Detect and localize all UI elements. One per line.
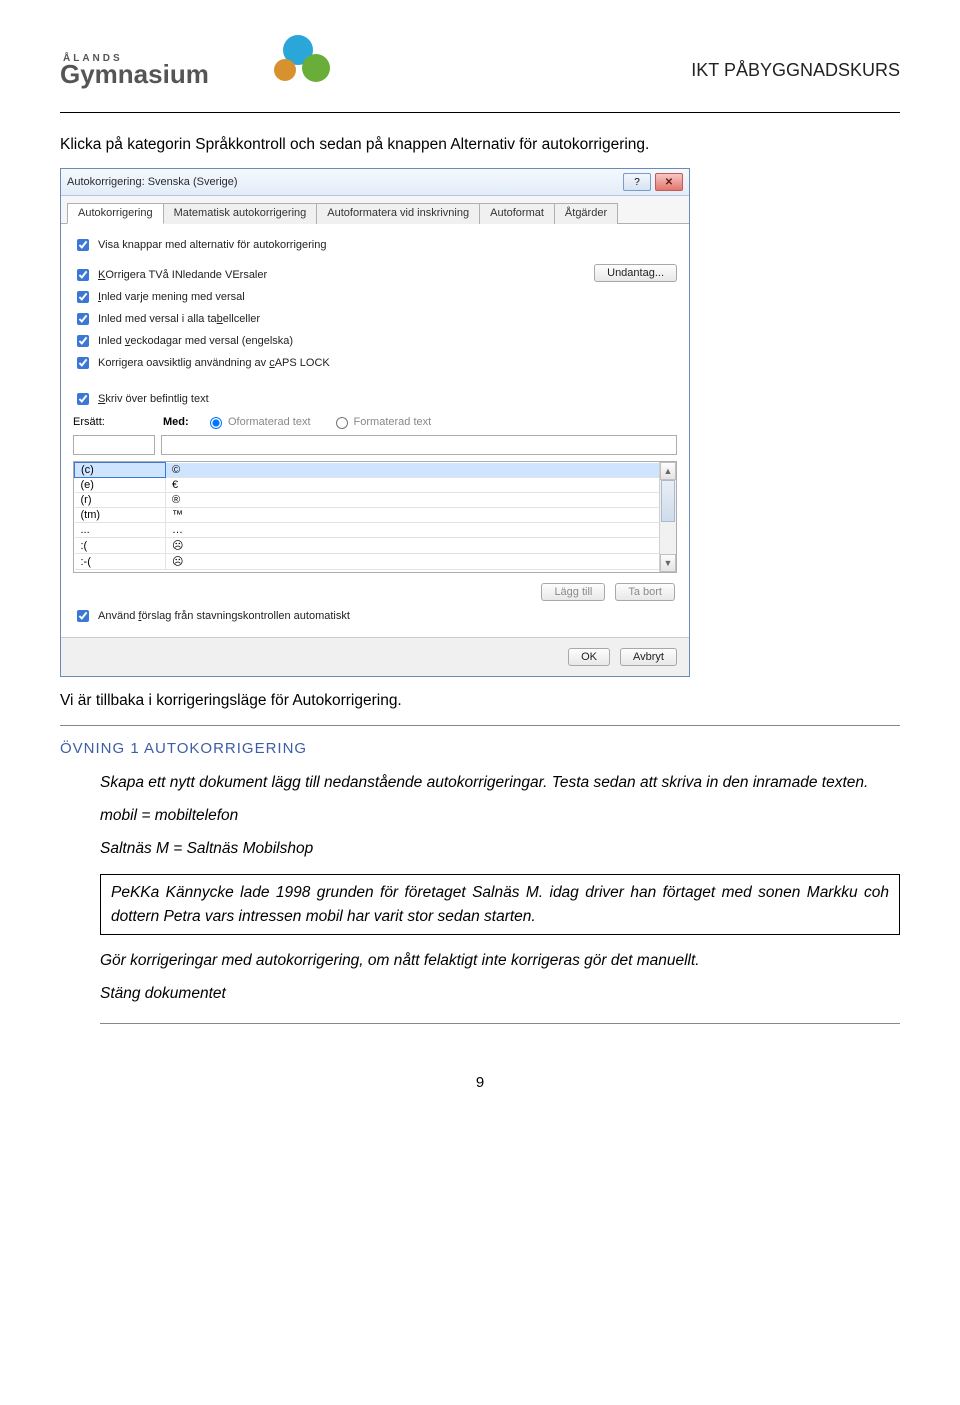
checkbox-capslock[interactable] [77, 357, 89, 369]
radio-oformaterad[interactable]: Oformaterad text [205, 414, 311, 429]
check-visa-knappar: Visa knappar med alternativ för autokorr… [73, 234, 677, 256]
exercise-p2: mobil = mobiltelefon [100, 804, 900, 827]
checkbox-skriv-over[interactable] [77, 393, 89, 405]
exercise-title: ÖVNING 1 AUTOKORRIGERING [60, 740, 900, 757]
dialog-tabs: Autokorrigering Matematisk autokorrigeri… [61, 196, 689, 224]
add-button[interactable]: Lägg till [541, 583, 605, 601]
check-tabellceller: Inled med versal i alla tabellceller [73, 308, 594, 330]
intro-text: Klicka på kategorin Språkkontroll och se… [60, 133, 900, 156]
label-visa-knappar: Visa knappar med alternativ för autokorr… [98, 239, 326, 251]
exercise-p4: Gör korrigeringar med autokorrigering, o… [100, 949, 900, 972]
list-row: :(☹ [75, 538, 677, 554]
exercise-top-divider [60, 725, 900, 726]
tab-autokorrigering[interactable]: Autokorrigering [67, 203, 164, 224]
label-tabellceller: Inled med versal i alla tabellceller [98, 313, 260, 325]
replace-fields [73, 435, 677, 461]
label-skriv-over: Skriv över befintlig text [98, 393, 209, 405]
exercise-bottom-divider [100, 1023, 900, 1024]
header-divider [60, 112, 900, 113]
dialog-footer: OK Avbryt [61, 637, 689, 676]
checkbox-forslag[interactable] [77, 610, 89, 622]
list-row: (tm)™ [75, 508, 677, 523]
list-row: (e)€ [75, 478, 677, 493]
tab-autoformatera[interactable]: Autoformatera vid inskrivning [316, 203, 480, 224]
logo: ÅLANDS Gymnasium [60, 40, 209, 100]
replace-from-input[interactable] [73, 435, 155, 455]
undantag-button[interactable]: Undantag... [594, 264, 677, 282]
close-button[interactable]: ✕ [655, 173, 683, 191]
checkbox-inled-mening[interactable] [77, 291, 89, 303]
label-inled-mening: Inled varje mening med versal [98, 291, 245, 303]
list-scrollbar[interactable]: ▲ ▼ [659, 462, 676, 572]
exercise-p1: Skapa ett nytt dokument lägg till nedans… [100, 771, 900, 794]
exercise-boxed: PeKKa Kännycke lade 1998 grunden för för… [100, 874, 900, 935]
page-number: 9 [60, 1074, 900, 1091]
logo-circles-icon [270, 34, 340, 84]
exercise-p5: Stäng dokumentet [100, 982, 900, 1005]
replace-label: Ersätt: [73, 416, 117, 428]
tab-autoformat[interactable]: Autoformat [479, 203, 555, 224]
exercise-boxed-text: PeKKa Kännycke lade 1998 grunden för för… [111, 881, 889, 928]
dialog-titlebar: Autokorrigering: Svenska (Sverige) ? ✕ [61, 169, 689, 196]
list-row: :-(☹ [75, 554, 677, 570]
help-button[interactable]: ? [623, 173, 651, 191]
replace-row: Ersätt: Med: Oformaterad text Formaterad… [73, 410, 677, 435]
label-veckodagar: Inled veckodagar med versal (engelska) [98, 335, 293, 347]
exercise-body: Skapa ett nytt dokument lägg till nedans… [100, 771, 900, 1025]
label-capslock: Korrigera oavsiktlig användning av cAPS … [98, 357, 330, 369]
check-capslock: Korrigera oavsiktlig användning av cAPS … [73, 352, 594, 374]
remove-button[interactable]: Ta bort [615, 583, 675, 601]
scroll-down-icon[interactable]: ▼ [660, 554, 676, 572]
replace-to-input[interactable] [161, 435, 677, 455]
page-header: ÅLANDS Gymnasium IKT PÅBYGGNADSKURS [60, 40, 900, 100]
logo-text-big: Gymnasium [60, 63, 209, 86]
tab-atgarder[interactable]: Åtgärder [554, 203, 618, 224]
check-inled-mening: Inled varje mening med versal [73, 286, 594, 308]
autocorrect-dialog-screenshot: Autokorrigering: Svenska (Sverige) ? ✕ A… [60, 168, 690, 677]
exercise-p3: Saltnäs M = Saltnäs Mobilshop [100, 837, 900, 860]
checkbox-visa-knappar[interactable] [77, 239, 89, 251]
scroll-up-icon[interactable]: ▲ [660, 462, 676, 480]
label-korrigera-tva: KOrrigera TVå INledande VErsaler [98, 269, 267, 281]
scroll-thumb[interactable] [661, 480, 675, 522]
check-korrigera-tva: KOrrigera TVå INledande VErsaler [73, 264, 594, 286]
cancel-button[interactable]: Avbryt [620, 648, 677, 666]
list-row: (c)© [75, 463, 677, 478]
dialog-title: Autokorrigering: Svenska (Sverige) [67, 176, 238, 188]
list-row: ...… [75, 523, 677, 538]
checkbox-tabellceller[interactable] [77, 313, 89, 325]
with-label: Med: [163, 416, 197, 428]
replace-list[interactable]: (c)© (e)€ (r)® (tm)™ ...… :(☹ :-(☹ ▲ ▼ [73, 461, 677, 573]
check-veckodagar: Inled veckodagar med versal (engelska) [73, 330, 594, 352]
dialog-window: Autokorrigering: Svenska (Sverige) ? ✕ A… [60, 168, 690, 677]
label-forslag: Använd förslag från stavningskontrollen … [98, 610, 350, 622]
checkbox-korrigera-tva[interactable] [77, 269, 89, 281]
check-forslag: Använd förslag från stavningskontrollen … [73, 605, 677, 627]
ok-button[interactable]: OK [568, 648, 610, 666]
document-title: IKT PÅBYGGNADSKURS [691, 60, 900, 81]
tab-matematisk[interactable]: Matematisk autokorrigering [163, 203, 318, 224]
checkbox-veckodagar[interactable] [77, 335, 89, 347]
after-dialog-text: Vi är tillbaka i korrigeringsläge för Au… [60, 689, 900, 712]
check-skriv-over: Skriv över befintlig text [73, 388, 677, 410]
radio-formaterad[interactable]: Formaterad text [331, 414, 432, 429]
list-row: (r)® [75, 493, 677, 508]
